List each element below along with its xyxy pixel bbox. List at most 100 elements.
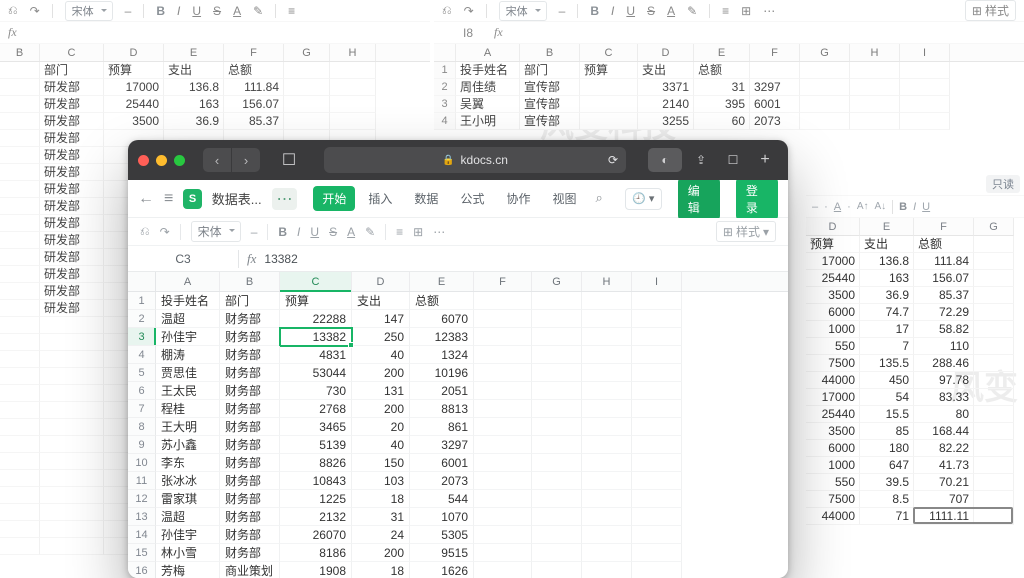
cell[interactable]	[632, 364, 682, 382]
history-button[interactable]: 🕘▾	[625, 188, 662, 210]
align-button[interactable]: ≡	[396, 225, 403, 239]
cell[interactable]	[582, 436, 632, 454]
cell[interactable]	[974, 406, 1014, 423]
cell[interactable]: 8186	[280, 544, 352, 562]
col-header[interactable]: F	[474, 272, 532, 291]
col-header[interactable]: H	[850, 44, 900, 61]
cell[interactable]	[974, 287, 1014, 304]
undo-icon[interactable]: ⎌	[140, 224, 150, 239]
cell[interactable]	[974, 372, 1014, 389]
col-header[interactable]: A	[456, 44, 520, 61]
cell[interactable]	[474, 418, 532, 436]
cell[interactable]	[582, 508, 632, 526]
cell[interactable]: 研发部	[40, 232, 104, 249]
cell[interactable]: 财务部	[220, 508, 280, 526]
cell[interactable]	[580, 79, 638, 96]
cell[interactable]	[582, 544, 632, 562]
cell[interactable]	[40, 368, 104, 385]
style-chip[interactable]: ⊞样式	[965, 0, 1016, 21]
cell[interactable]	[40, 334, 104, 351]
col-header[interactable]: E	[694, 44, 750, 61]
cell[interactable]	[330, 79, 376, 96]
cell[interactable]	[974, 508, 1014, 525]
bold-button[interactable]: B	[278, 225, 287, 239]
cell[interactable]: 2140	[638, 96, 694, 113]
cell[interactable]	[582, 418, 632, 436]
kdocs-grid[interactable]: ABCDEFGHI1投手姓名部门预算支出总额2温超财务部222881476070…	[128, 272, 788, 578]
cell[interactable]	[0, 436, 40, 453]
cell[interactable]: 王大明	[156, 418, 220, 436]
cell[interactable]: 研发部	[40, 96, 104, 113]
cell[interactable]: 研发部	[40, 266, 104, 283]
cell[interactable]: 预算	[280, 292, 352, 310]
cell[interactable]: 预算	[580, 62, 638, 79]
cell[interactable]: 孙佳宇	[156, 526, 220, 544]
col-header[interactable]: F	[914, 218, 974, 236]
row-header[interactable]: 3	[128, 328, 156, 346]
cell[interactable]	[974, 491, 1014, 508]
cell[interactable]	[900, 113, 950, 130]
hamburger-icon[interactable]: ≡	[164, 190, 173, 208]
cell[interactable]: 24	[352, 526, 410, 544]
cell[interactable]	[974, 236, 1014, 253]
cell[interactable]: 财务部	[220, 382, 280, 400]
cell[interactable]	[0, 487, 40, 504]
cell[interactable]	[0, 249, 40, 266]
cell[interactable]	[474, 490, 532, 508]
cell[interactable]	[40, 504, 104, 521]
row-header[interactable]: 9	[128, 436, 156, 454]
cell[interactable]: 200	[352, 364, 410, 382]
row-header[interactable]: 1	[128, 292, 156, 310]
tab-view[interactable]: 视图	[543, 186, 585, 211]
cell[interactable]	[474, 328, 532, 346]
style-chip[interactable]: ⊞样式▾	[716, 221, 776, 242]
cell[interactable]: 程桂	[156, 400, 220, 418]
cell[interactable]: 7500	[806, 355, 860, 372]
cell[interactable]	[0, 538, 40, 555]
cell[interactable]: 150	[352, 454, 410, 472]
cell[interactable]	[474, 436, 532, 454]
cell[interactable]	[40, 487, 104, 504]
select-all-corner[interactable]	[128, 272, 156, 291]
cell[interactable]	[974, 355, 1014, 372]
cell[interactable]	[0, 198, 40, 215]
row-header[interactable]: 6	[128, 382, 156, 400]
cell[interactable]	[900, 79, 950, 96]
cell[interactable]: 财务部	[220, 436, 280, 454]
cell[interactable]	[0, 147, 40, 164]
cell[interactable]: 450	[860, 372, 914, 389]
cell[interactable]: 贾思佳	[156, 364, 220, 382]
tab-formula[interactable]: 公式	[451, 186, 493, 211]
cell[interactable]: 研发部	[40, 215, 104, 232]
col-header[interactable]: C	[280, 272, 352, 291]
cell[interactable]: 647	[860, 457, 914, 474]
cell[interactable]: 财务部	[220, 544, 280, 562]
cell[interactable]	[40, 538, 104, 555]
cell[interactable]: 部门	[220, 292, 280, 310]
cell[interactable]	[0, 470, 40, 487]
cell[interactable]: 部门	[520, 62, 580, 79]
cell[interactable]	[0, 402, 40, 419]
more-ribbon-button[interactable]: ⋯	[433, 225, 445, 239]
row-header[interactable]: 8	[128, 418, 156, 436]
cell[interactable]: 550	[806, 474, 860, 491]
cell[interactable]	[532, 382, 582, 400]
col-header[interactable]: E	[164, 44, 224, 61]
cell[interactable]	[0, 300, 40, 317]
cell[interactable]: 研发部	[40, 130, 104, 147]
cell[interactable]	[800, 96, 850, 113]
font-selector[interactable]: 宋体	[65, 1, 113, 21]
cell[interactable]: 王小明	[456, 113, 520, 130]
cell[interactable]	[632, 508, 682, 526]
col-header[interactable]: E	[410, 272, 474, 291]
col-header[interactable]: D	[352, 272, 410, 291]
col-header[interactable]	[434, 44, 456, 61]
cell[interactable]	[330, 62, 376, 79]
cell[interactable]	[0, 215, 40, 232]
cell[interactable]	[632, 292, 682, 310]
cell[interactable]: 投手姓名	[456, 62, 520, 79]
cell[interactable]: 17000	[806, 389, 860, 406]
namebox[interactable]: I8	[442, 26, 494, 40]
reader-toggle-icon[interactable]: ◐	[648, 148, 682, 172]
cell[interactable]: 支出	[638, 62, 694, 79]
